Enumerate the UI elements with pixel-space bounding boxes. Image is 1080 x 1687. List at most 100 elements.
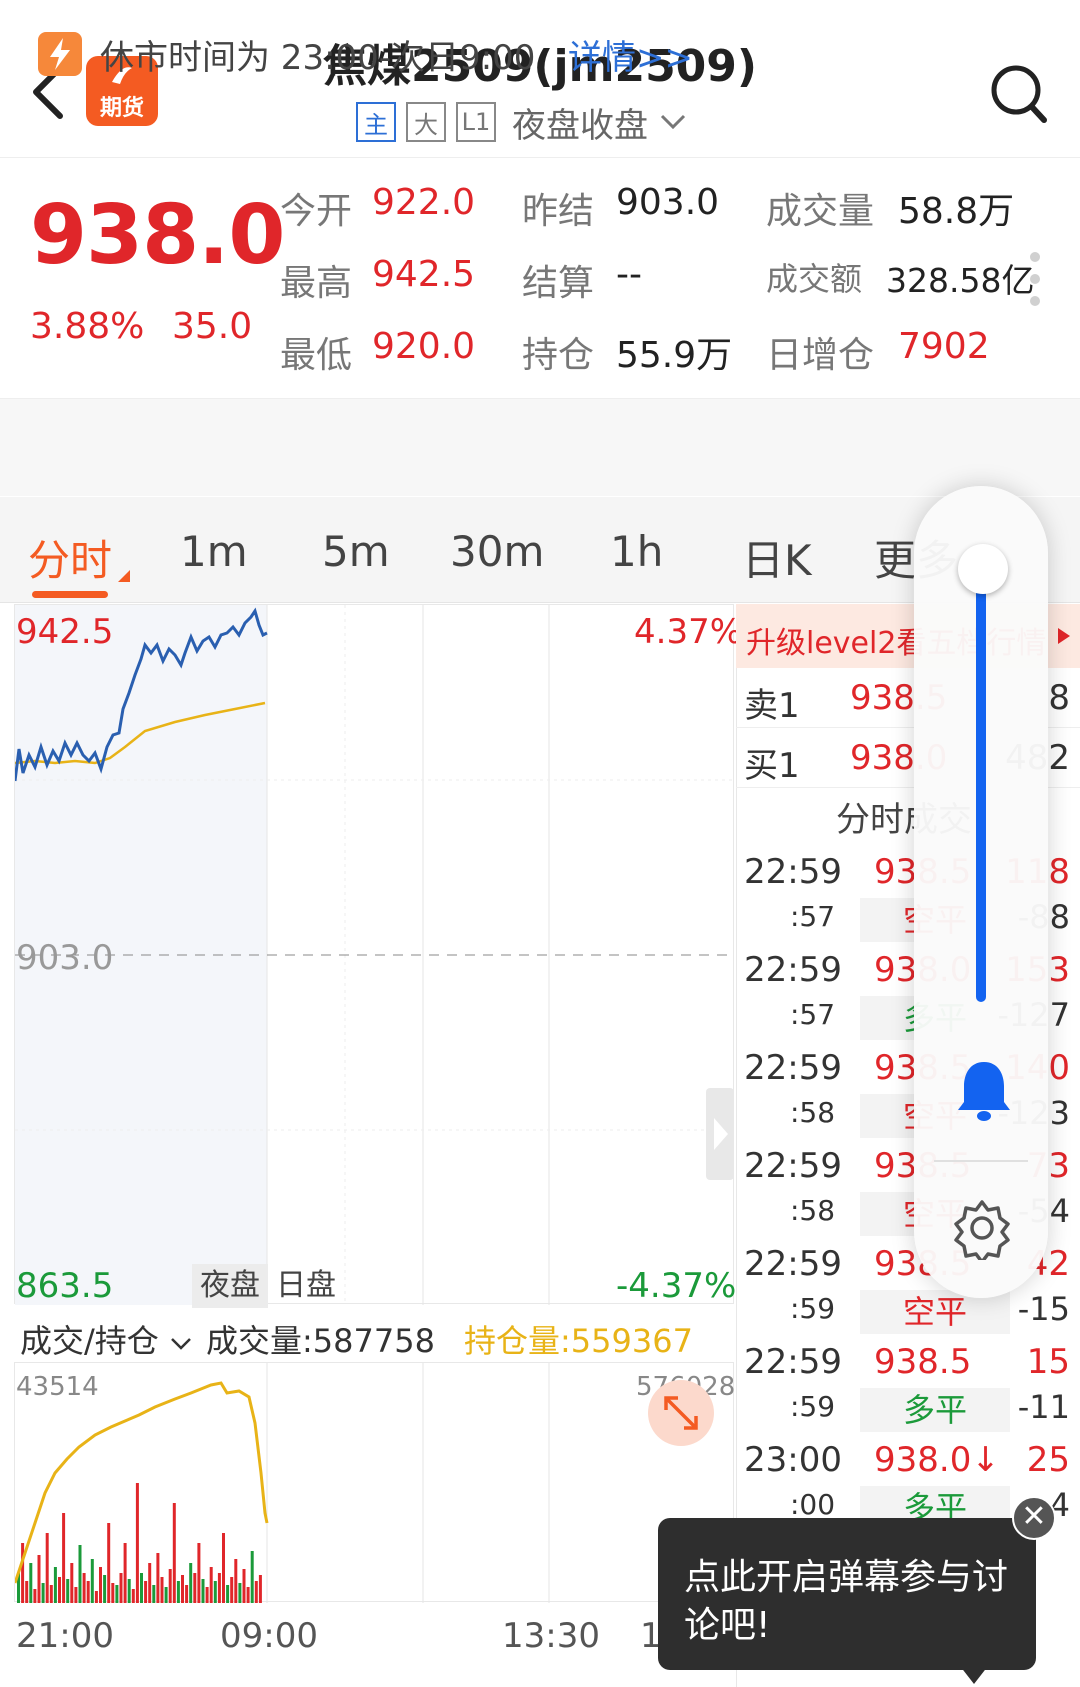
ask-qty: 8 xyxy=(1048,678,1070,718)
volume-bar xyxy=(181,1575,184,1603)
tick-time: 22:59 xyxy=(744,1146,842,1186)
price-axis-high: 942.5 xyxy=(16,612,114,652)
panel-expand-handle[interactable] xyxy=(706,1088,734,1180)
tab-1h[interactable]: 1h xyxy=(610,527,663,576)
volume-bar xyxy=(90,1559,94,1603)
tab-30m[interactable]: 30m xyxy=(450,527,544,576)
tick-type: 多平 xyxy=(860,1388,1010,1432)
volume-bar xyxy=(144,1581,148,1603)
volume-bar xyxy=(226,1585,230,1603)
open-label: 今开 xyxy=(280,191,353,232)
volume-bar xyxy=(41,1583,45,1603)
volume-bar xyxy=(45,1533,49,1603)
volume-bar xyxy=(119,1573,123,1603)
market-closed-notice xyxy=(0,398,1080,496)
volume-bar xyxy=(131,1589,135,1603)
tick-volume: 25 xyxy=(1026,1440,1070,1480)
volume-bar xyxy=(242,1569,246,1603)
volume-bar xyxy=(213,1581,217,1603)
tick-seconds: :57 xyxy=(790,900,836,933)
volume-bar xyxy=(74,1587,78,1603)
intraday-chart[interactable] xyxy=(13,604,735,1305)
volume-bar xyxy=(53,1567,57,1603)
toast-tail xyxy=(960,1666,988,1684)
slider-knob[interactable] xyxy=(958,544,1008,594)
volume-indicator-select[interactable]: 成交/持仓 xyxy=(20,1316,193,1362)
slider-divider xyxy=(934,1160,1028,1162)
more-dots-icon[interactable] xyxy=(1030,252,1040,318)
tab-1m[interactable]: 1m xyxy=(180,527,248,576)
time-axis: 21:00 09:00 13:30 1 xyxy=(14,1608,734,1658)
session-status: 夜盘收盘 xyxy=(512,105,648,146)
volume-bar xyxy=(189,1563,193,1603)
volume-bars xyxy=(17,1483,262,1603)
open-interest-line xyxy=(13,1381,269,1584)
prev-settle-value: 903.0 xyxy=(616,182,720,223)
tick-seconds: :59 xyxy=(790,1390,836,1423)
volume-bar xyxy=(193,1573,197,1603)
notice-text: 休市时间为 23:00-次日9:00 xyxy=(100,38,536,78)
tab-5m[interactable]: 5m xyxy=(322,527,390,576)
expand-arrows-icon xyxy=(664,1396,698,1430)
volume-bar xyxy=(62,1513,66,1603)
tick-oi-change: -15 xyxy=(1017,1290,1070,1328)
volume-bar xyxy=(160,1577,164,1603)
tab-corner-icon xyxy=(118,570,130,582)
search-icon[interactable] xyxy=(990,62,1048,126)
price-axis-low: 863.5 xyxy=(16,1266,114,1306)
tab-intraday[interactable]: 分时 xyxy=(28,527,112,588)
lightning-icon xyxy=(38,32,82,76)
last-price: 938.0 xyxy=(30,188,285,283)
volume-bar xyxy=(58,1577,61,1603)
bell-icon[interactable] xyxy=(954,1058,1014,1122)
volume-bar xyxy=(99,1567,102,1603)
volume-bar xyxy=(201,1579,205,1603)
volume-bar xyxy=(209,1567,213,1603)
volume-bar xyxy=(70,1563,74,1603)
tick-price: 938.5 xyxy=(874,1342,972,1382)
tick-oi-change: -11 xyxy=(1017,1388,1070,1426)
turnover-value: 328.58亿 xyxy=(886,261,1035,300)
night-session-toggle[interactable]: 夜盘 xyxy=(192,1264,268,1308)
chevron-down-icon xyxy=(171,1338,191,1350)
volume-bar xyxy=(127,1579,131,1603)
toast-text: 点此开启弹幕参与讨论吧! xyxy=(684,1557,1009,1646)
main-contract-tag: 主 xyxy=(356,102,396,142)
settle-value: -- xyxy=(616,254,642,295)
volume-bar xyxy=(33,1589,37,1603)
volume-bar xyxy=(66,1579,70,1603)
low-value: 920.0 xyxy=(372,326,476,367)
high-label: 最高 xyxy=(280,263,353,304)
volume-bar xyxy=(29,1563,33,1603)
daily-oi-change-value: 7902 xyxy=(898,326,990,367)
volume-bar xyxy=(164,1587,168,1603)
price-axis-mid: 903.0 xyxy=(16,938,114,978)
time-label: 09:00 xyxy=(220,1616,318,1656)
open-interest-value: 55.9万 xyxy=(616,335,733,376)
tick-seconds: :59 xyxy=(790,1292,836,1325)
slider-track[interactable] xyxy=(976,570,986,1002)
gear-icon[interactable] xyxy=(950,1196,1014,1260)
notice-details-link[interactable]: 详情>> xyxy=(568,30,693,79)
volume-chart-svg xyxy=(13,1363,550,1603)
volume-bar xyxy=(148,1563,152,1603)
tick-seconds: :58 xyxy=(790,1194,836,1227)
volume-bar xyxy=(222,1533,225,1603)
volume-bar xyxy=(172,1503,176,1603)
day-session-toggle[interactable]: 日盘 xyxy=(268,1264,344,1308)
close-icon[interactable]: ✕ xyxy=(1012,1496,1056,1540)
open-value: 922.0 xyxy=(372,182,476,223)
tick-price: 938.0↓ xyxy=(874,1440,1000,1480)
volume-bar xyxy=(21,1543,25,1603)
low-label: 最低 xyxy=(280,335,353,376)
tick-seconds: :58 xyxy=(790,1096,836,1129)
volume-bar xyxy=(185,1585,189,1603)
danmaku-toast[interactable]: 点此开启弹幕参与讨论吧! xyxy=(658,1518,1036,1670)
tab-daily-k[interactable]: 日K xyxy=(742,527,812,588)
volume-bar xyxy=(246,1587,250,1603)
chevron-down-icon[interactable] xyxy=(658,112,688,132)
volume-bar xyxy=(107,1523,111,1603)
expand-chart-button[interactable] xyxy=(648,1380,714,1446)
settle-label: 结算 xyxy=(522,263,595,304)
tick-volume: 15 xyxy=(1026,1342,1070,1382)
